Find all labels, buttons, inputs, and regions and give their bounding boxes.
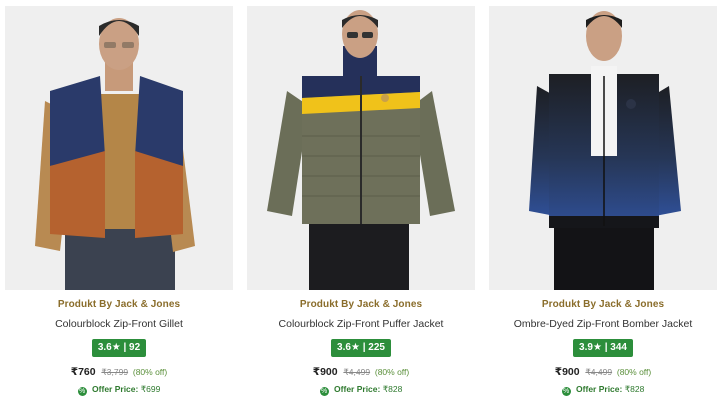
model-photo — [247, 6, 475, 290]
rating-badge: 3.6★ | 225 — [331, 339, 391, 357]
offer-price: ₹828 — [382, 384, 403, 394]
rating-badge: 3.9★ | 344 — [573, 339, 633, 357]
offer-price: ₹699 — [140, 384, 161, 394]
offer-tag-icon: % — [319, 387, 329, 396]
selling-price: ₹900 — [554, 366, 580, 378]
product-name[interactable]: Colourblock Zip-Front Puffer Jacket — [247, 318, 475, 330]
product-brand: Produkt By Jack & Jones — [299, 299, 423, 310]
discount-percent: (80% off) — [132, 367, 168, 377]
product-card[interactable]: Produkt By Jack & Jones Ombre-Dyed Zip-F… — [489, 6, 717, 398]
product-name[interactable]: Ombre-Dyed Zip-Front Bomber Jacket — [489, 318, 717, 330]
offer-price-row: % Offer Price: ₹828 — [489, 384, 717, 396]
offer-price: ₹828 — [624, 384, 645, 394]
model-photo — [489, 6, 717, 290]
product-brand: Produkt By Jack & Jones — [57, 299, 181, 310]
discount-percent: (80% off) — [374, 367, 410, 377]
mrp-price: ₹3,799 — [101, 367, 129, 377]
offer-label: Offer Price: — [334, 384, 381, 394]
price-row: ₹900 ₹4,499 (80% off) — [489, 366, 717, 378]
mrp-price: ₹4,499 — [585, 367, 613, 377]
product-card[interactable]: Produkt By Jack & Jones Colourblock Zip-… — [247, 6, 475, 398]
product-card[interactable]: Produkt By Jack & Jones Colourblock Zip-… — [5, 6, 233, 398]
product-brand: Produkt By Jack & Jones — [541, 299, 665, 310]
selling-price: ₹900 — [312, 366, 338, 378]
product-image-bomber[interactable] — [489, 6, 717, 290]
product-image-gillet[interactable] — [5, 6, 233, 290]
offer-tag-icon: % — [561, 387, 571, 396]
offer-price-row: % Offer Price: ₹699 — [5, 384, 233, 396]
price-row: ₹900 ₹4,499 (80% off) — [247, 366, 475, 378]
rating-badge: 3.6★ | 92 — [91, 339, 147, 357]
model-photo — [5, 6, 233, 290]
product-grid: Produkt By Jack & Jones Colourblock Zip-… — [0, 0, 721, 402]
mrp-price: ₹4,499 — [343, 367, 371, 377]
offer-label: Offer Price: — [92, 384, 139, 394]
offer-tag-icon: % — [77, 387, 87, 396]
selling-price: ₹760 — [70, 366, 96, 378]
offer-label: Offer Price: — [576, 384, 623, 394]
price-row: ₹760 ₹3,799 (80% off) — [5, 366, 233, 378]
offer-price-row: % Offer Price: ₹828 — [247, 384, 475, 396]
product-name[interactable]: Colourblock Zip-Front Gillet — [5, 318, 233, 330]
product-image-puffer[interactable] — [247, 6, 475, 290]
discount-percent: (80% off) — [616, 367, 652, 377]
